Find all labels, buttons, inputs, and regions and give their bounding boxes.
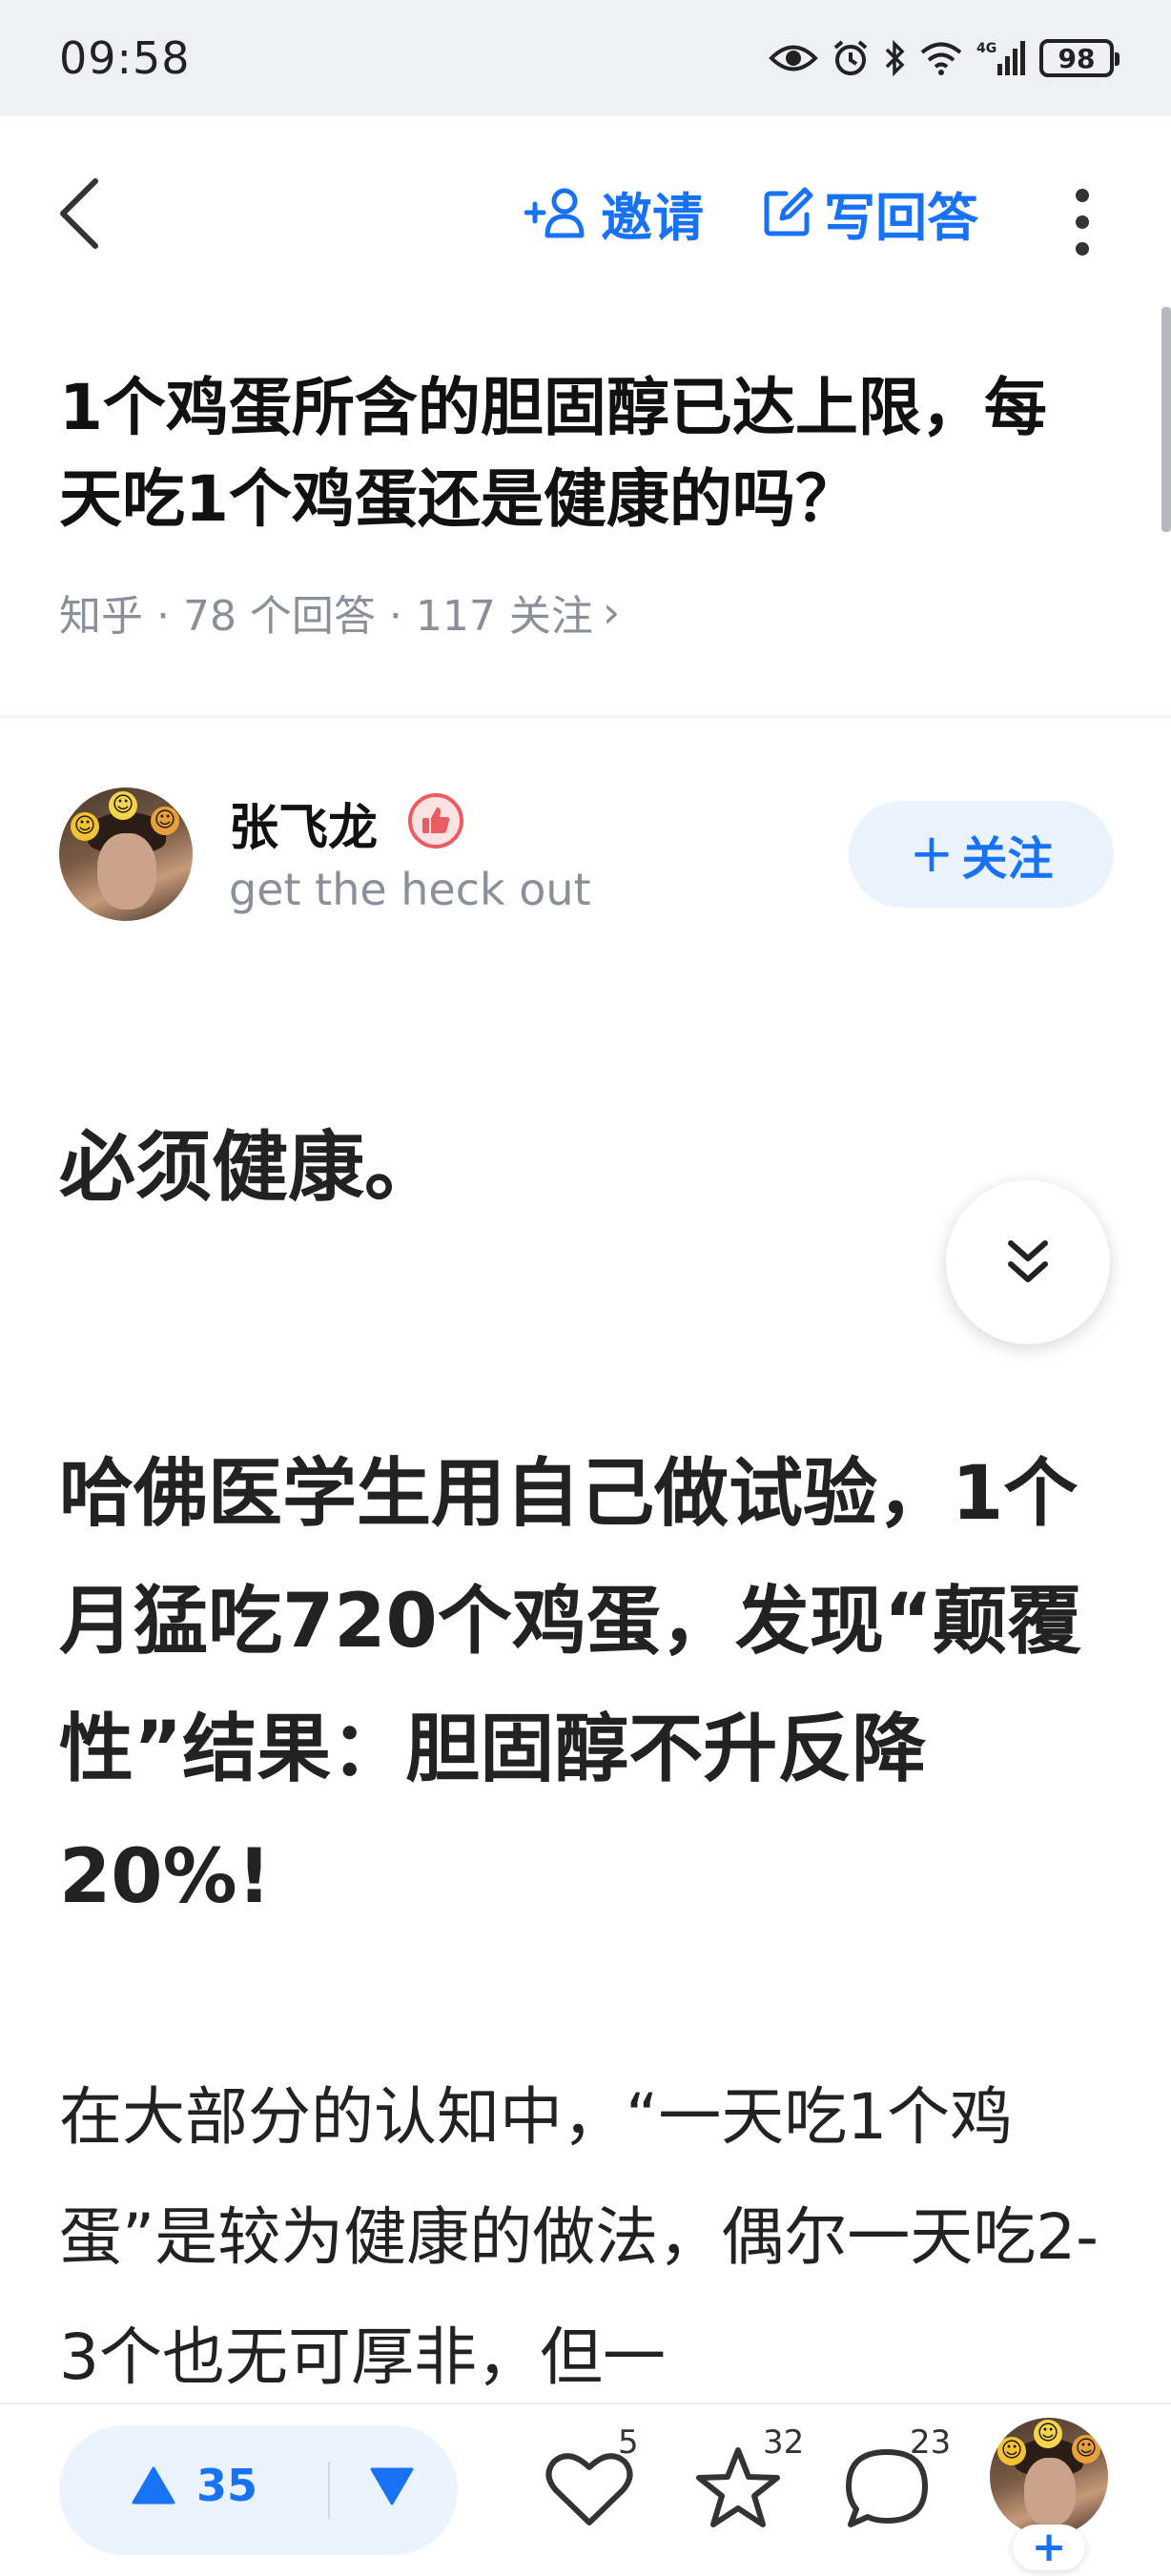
my-avatar[interactable]: ☺ ☺ ☺ — [990, 2418, 1108, 2536]
add-person-icon — [524, 188, 585, 238]
invite-button[interactable]: 邀请 — [524, 179, 704, 248]
edit-icon — [764, 187, 813, 236]
question-meta[interactable]: 知乎 · 78 个回答 · 117 关注 › — [59, 582, 620, 643]
more-vertical-icon[interactable] — [1058, 179, 1106, 265]
like-count: 5 — [618, 2423, 639, 2462]
question-title[interactable]: 1个鸡蛋所含的胆固醇已达上限，每天吃1个鸡蛋还是健康的吗？ — [59, 362, 1089, 545]
invite-label: 邀请 — [601, 187, 704, 248]
write-answer-label: 写回答 — [824, 187, 978, 248]
author-avatar[interactable]: ☺ ☺ ☺ — [59, 787, 193, 921]
answer-headline: 哈佛医学生用自己做试验，1个月猛吃720个鸡蛋，发现“颠覆性”结果：胆固醇不升反… — [59, 1451, 1082, 1920]
vote-separator — [328, 2462, 330, 2519]
alarm-icon — [832, 39, 870, 77]
chevron-double-down-icon — [1008, 1240, 1048, 1282]
battery-level: 98 — [1058, 42, 1096, 74]
downvote-button[interactable] — [370, 2467, 414, 2509]
bluetooth-icon — [883, 39, 906, 77]
question-meta-text: 知乎 · 78 个回答 · 117 关注 — [59, 592, 593, 641]
answer-body: 在大部分的认知中，“一天吃1个鸡蛋”是较为健康的做法，偶尔一天吃2-3个也无可厚… — [59, 2080, 1099, 2394]
avatar-plus-button[interactable]: + — [1013, 2525, 1085, 2570]
battery-icon: 98 — [1039, 39, 1120, 77]
wifi-icon — [919, 40, 963, 76]
back-button[interactable] — [55, 166, 141, 261]
vote-pill: 35 — [59, 2425, 458, 2555]
chevron-left-icon — [60, 178, 98, 249]
author-name[interactable]: 张飞龙 — [229, 787, 378, 859]
divider — [0, 715, 1171, 718]
write-answer-button[interactable]: 写回答 — [761, 179, 978, 248]
triangle-down-icon — [370, 2467, 414, 2505]
author-bio: get the heck out — [229, 864, 591, 915]
follow-label: 关注 — [961, 832, 1054, 886]
thumbs-up-badge-icon — [408, 793, 463, 848]
bottom-action-bar: 35 5 32 23 ☺ ☺ ☺ + — [0, 2402, 1171, 2576]
status-bar: 09:58 4G 98 — [0, 0, 1171, 116]
eye-icon — [769, 42, 818, 74]
expand-button[interactable] — [946, 1180, 1110, 1344]
network-type-label: 4G — [976, 41, 996, 56]
triangle-up-icon — [132, 2466, 175, 2504]
scrollbar-thumb[interactable] — [1161, 307, 1171, 532]
status-icons: 4G 98 — [769, 34, 1120, 82]
plus-icon: + — [909, 823, 955, 885]
status-time: 09:58 — [59, 32, 191, 84]
chevron-right-icon: › — [602, 586, 621, 638]
signal-icon: 4G — [976, 39, 1026, 77]
top-nav: 邀请 写回答 — [0, 116, 1171, 307]
favorite-count: 32 — [763, 2423, 805, 2462]
answer-lead: 必须健康。 — [59, 1123, 441, 1212]
upvote-button[interactable]: 35 — [132, 2460, 257, 2511]
comment-count: 23 — [910, 2423, 952, 2462]
follow-button[interactable]: + 关注 — [849, 801, 1114, 908]
upvote-count: 35 — [196, 2460, 258, 2511]
